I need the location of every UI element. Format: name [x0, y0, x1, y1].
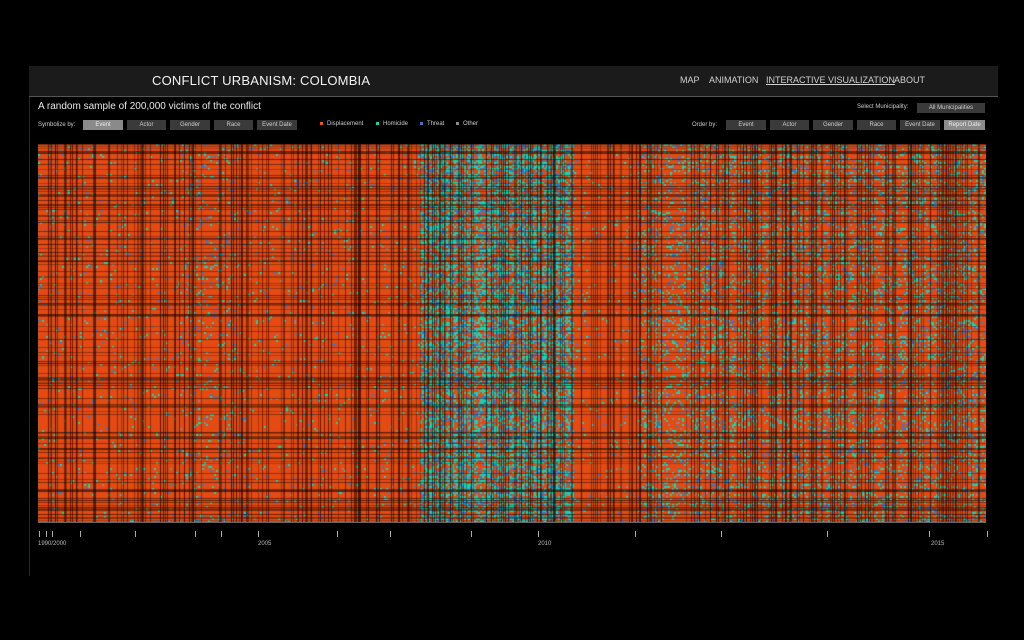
site-title: CONFLICT URBANISM: COLOMBIA [152, 73, 371, 88]
axis-label-1990-2000: 1990/2000 [38, 541, 67, 547]
symbolize-label: Symbolize by: [38, 122, 76, 128]
symbolize-event-button[interactable]: Event [83, 120, 123, 130]
axis-label-2015: 2015 [931, 541, 945, 547]
municipality-label: Select Municipality: [857, 104, 909, 110]
legend-other: Other [456, 121, 478, 127]
legend-homicide: Homicide [376, 121, 408, 127]
nav-map[interactable]: MAP [680, 75, 700, 85]
other-swatch [456, 121, 459, 125]
order-event-date-button[interactable]: Event Date [900, 120, 940, 130]
symbolize-actor-button[interactable]: Actor [127, 120, 166, 130]
page-subtitle: A random sample of 200,000 victims of th… [38, 101, 261, 112]
axis-label-2005: 2005 [258, 541, 272, 547]
order-race-button[interactable]: Race [857, 120, 896, 130]
displacement-swatch [320, 121, 323, 125]
axis-tick [390, 531, 391, 537]
legend-displacement: Displacement [320, 121, 363, 127]
axis-tick [80, 531, 81, 537]
axis-tick [52, 531, 53, 537]
axis-tick [39, 531, 40, 537]
nav-about[interactable]: ABOUT [894, 75, 925, 85]
order-event-button[interactable]: Event [726, 120, 766, 130]
axis-tick [46, 531, 47, 537]
order-report-date-button[interactable]: Report Date [944, 120, 985, 130]
symbolize-gender-button[interactable]: Gender [170, 120, 210, 130]
axis-tick [721, 531, 722, 537]
symbolize-race-button[interactable]: Race [214, 120, 253, 130]
axis-tick [471, 531, 472, 537]
order-gender-button[interactable]: Gender [813, 120, 853, 130]
axis-label-2010: 2010 [538, 541, 552, 547]
axis-tick [538, 531, 539, 537]
victims-matrix-visualization[interactable] [38, 144, 986, 522]
symbolize-event-date-button[interactable]: Event Date [257, 120, 297, 130]
axis-tick [221, 531, 222, 537]
axis-tick [635, 531, 636, 537]
nav-animation[interactable]: ANIMATION [709, 75, 758, 85]
axis-tick [337, 531, 338, 537]
order-actor-button[interactable]: Actor [770, 120, 809, 130]
nav-interactive-visualization[interactable]: INTERACTIVE VISUALIZATION [766, 75, 895, 85]
axis-tick [195, 531, 196, 537]
axis-tick [987, 531, 988, 537]
timeline-axis [38, 522, 986, 523]
axis-tick [258, 531, 259, 537]
legend-threat: Threat [420, 121, 444, 127]
axis-tick [827, 531, 828, 537]
municipality-select[interactable]: All Municipalities [917, 103, 985, 113]
homicide-swatch [376, 121, 379, 125]
threat-swatch [420, 121, 423, 125]
order-label: Order by: [692, 122, 718, 128]
axis-tick [929, 531, 930, 537]
axis-tick [135, 531, 136, 537]
